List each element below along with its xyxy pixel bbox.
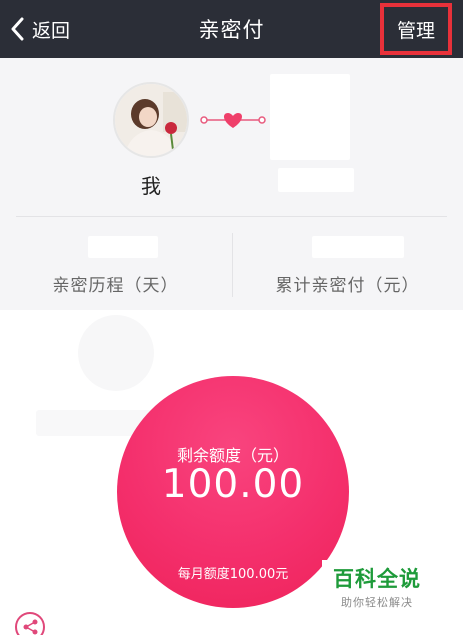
watermark: 百科全说 助你轻松解决 (322, 560, 432, 610)
stat-total-label: 累计亲密付（元） (275, 276, 420, 296)
partner-avatar-redacted (270, 74, 350, 160)
stat-days-label: 亲密历程（天） (52, 276, 179, 296)
avatar-photo (115, 84, 187, 156)
quota-monthly: 每月额度100.00元 (177, 567, 289, 582)
watermark-main: 百科全说 (333, 567, 421, 591)
manage-button[interactable]: 管理 (380, 3, 452, 55)
share-button[interactable] (15, 612, 45, 635)
me-name: 我 (141, 174, 161, 198)
share-icon (23, 619, 38, 635)
total-value-redacted (312, 236, 404, 258)
profile-panel: 我 亲密历程（天） 累计亲密付（元） (0, 58, 463, 310)
top-bar: 返回 亲密付 管理 (0, 0, 463, 58)
partner-name-redacted (278, 168, 354, 192)
quota-circle[interactable]: 剩余额度（元） 100.00 每月额度100.00元 (117, 376, 349, 608)
avatar[interactable] (113, 82, 189, 158)
faint-placeholder (78, 315, 154, 391)
heart-link-icon (200, 113, 266, 128)
days-value-redacted (88, 236, 158, 258)
quota-amount: 100.00 (161, 462, 305, 507)
manage-label: 管理 (396, 19, 435, 42)
watermark-sub: 助你轻松解决 (341, 596, 413, 609)
divider (16, 216, 447, 217)
